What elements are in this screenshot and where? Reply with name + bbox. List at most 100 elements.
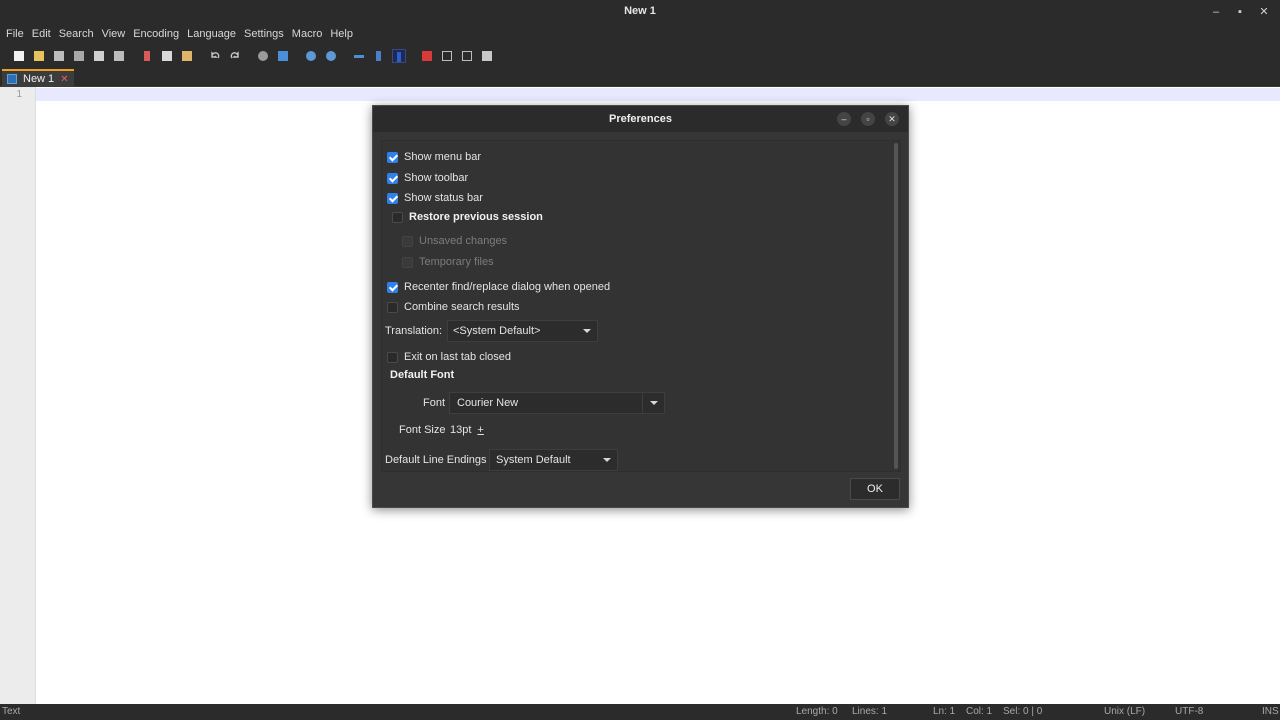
- open-file-icon[interactable]: [32, 49, 46, 63]
- toolbar: [0, 45, 1280, 67]
- exit-last-tab-option[interactable]: Exit on last tab closed: [387, 349, 511, 365]
- status-eol: Unix (LF): [1104, 706, 1146, 717]
- run-macro-multiple-icon[interactable]: [480, 49, 494, 63]
- show-status-bar-checkbox[interactable]: [387, 192, 398, 204]
- window-title: New 1: [624, 5, 656, 17]
- chevron-down-icon: [583, 329, 591, 333]
- show-toolbar-checkbox[interactable]: [387, 172, 398, 184]
- zoom-in-icon[interactable]: [304, 49, 318, 63]
- tab-bar: New 1 ✕: [0, 67, 1280, 87]
- scrollbar[interactable]: [894, 143, 898, 469]
- close-window-button[interactable]: ✕: [1256, 4, 1272, 20]
- show-toolbar-label: Show toolbar: [404, 172, 469, 184]
- combine-search-label: Combine search results: [404, 301, 520, 313]
- menu-edit[interactable]: Edit: [28, 24, 55, 45]
- font-size-increment-icon[interactable]: +: [477, 424, 483, 436]
- line-endings-select[interactable]: System Default: [489, 449, 618, 471]
- unsaved-changes-checkbox: [402, 235, 413, 247]
- font-value: Courier New: [457, 397, 519, 409]
- undo-icon[interactable]: [208, 49, 222, 63]
- replace-icon[interactable]: [276, 49, 290, 63]
- restore-session-label: Restore previous session: [409, 211, 543, 223]
- status-line: Ln: 1: [933, 706, 956, 717]
- default-font-heading: Default Font: [390, 367, 454, 383]
- show-menu-bar-checkbox[interactable]: [387, 151, 398, 163]
- maximize-button[interactable]: ▪: [1232, 4, 1248, 20]
- font-size-value[interactable]: 13pt: [450, 424, 471, 436]
- zoom-out-icon[interactable]: [324, 49, 338, 63]
- stop-macro-icon[interactable]: [440, 49, 454, 63]
- menu-search[interactable]: Search: [55, 24, 98, 45]
- temporary-files-option: Temporary files: [402, 254, 494, 270]
- menu-file[interactable]: File: [2, 24, 28, 45]
- temporary-files-checkbox: [402, 256, 413, 268]
- unsaved-changes-label: Unsaved changes: [419, 235, 508, 247]
- close-all-icon[interactable]: [112, 49, 126, 63]
- line-endings-label: Default Line Endings: [385, 454, 487, 466]
- cut-icon[interactable]: [140, 49, 154, 63]
- show-toolbar-option[interactable]: Show toolbar: [387, 170, 468, 186]
- close-icon[interactable]: [92, 49, 106, 63]
- new-file-icon[interactable]: [12, 49, 26, 63]
- minimize-button[interactable]: –: [1208, 4, 1224, 20]
- restore-session-option[interactable]: Restore previous session: [392, 209, 543, 225]
- save-icon[interactable]: [52, 49, 66, 63]
- dialog-maximize-button[interactable]: ▫: [861, 112, 875, 126]
- menu-view[interactable]: View: [98, 24, 130, 45]
- indent-guide-icon[interactable]: [392, 49, 406, 63]
- show-menu-bar-option[interactable]: Show menu bar: [387, 149, 481, 165]
- record-macro-icon[interactable]: [420, 49, 434, 63]
- line-endings-row: Default Line Endings: [385, 452, 487, 468]
- restore-session-checkbox[interactable]: [392, 211, 403, 223]
- close-tab-icon[interactable]: ✕: [60, 74, 68, 85]
- show-menu-bar-label: Show menu bar: [404, 151, 482, 163]
- tab-label: New 1: [23, 73, 55, 85]
- font-size-stepper[interactable]: 13pt +: [450, 422, 484, 438]
- dialog-close-button[interactable]: ✕: [885, 112, 899, 126]
- recenter-find-checkbox[interactable]: [387, 281, 398, 293]
- line-endings-value: System Default: [496, 454, 571, 466]
- menu-macro[interactable]: Macro: [288, 24, 327, 45]
- combine-search-option[interactable]: Combine search results: [387, 299, 520, 315]
- status-length: Length: 0: [796, 706, 838, 717]
- line-number-gutter: 1: [0, 87, 36, 704]
- chevron-down-icon: [603, 458, 611, 462]
- combine-search-checkbox[interactable]: [387, 301, 398, 313]
- status-encoding: UTF-8: [1175, 706, 1204, 717]
- menu-settings[interactable]: Settings: [240, 24, 288, 45]
- show-all-chars-icon[interactable]: [372, 49, 386, 63]
- preferences-panel: Show menu bar Show toolbar Show status b…: [381, 140, 901, 472]
- default-font-heading-label: Default Font: [390, 369, 455, 381]
- menu-encoding[interactable]: Encoding: [129, 24, 183, 45]
- wrap-icon[interactable]: [352, 49, 366, 63]
- status-bar: Text Length: 0 Lines: 1 Ln: 1 Col: 1 Sel…: [0, 704, 1280, 720]
- font-select[interactable]: Courier New: [449, 392, 665, 414]
- paste-icon[interactable]: [180, 49, 194, 63]
- preferences-dialog: Preferences – ▫ ✕ Show menu bar Show too…: [372, 105, 909, 508]
- play-macro-icon[interactable]: [460, 49, 474, 63]
- show-status-bar-option[interactable]: Show status bar: [387, 190, 483, 206]
- redo-icon[interactable]: [228, 49, 242, 63]
- exit-last-tab-checkbox[interactable]: [387, 351, 398, 363]
- font-label: Font: [423, 397, 446, 409]
- font-size-row: Font Size: [399, 422, 445, 438]
- dialog-title: Preferences: [373, 106, 908, 132]
- font-row: Font: [423, 395, 445, 411]
- exit-last-tab-label: Exit on last tab closed: [404, 351, 512, 363]
- recenter-find-label: Recenter find/replace dialog when opened: [404, 281, 611, 293]
- recenter-find-option[interactable]: Recenter find/replace dialog when opened: [387, 279, 610, 295]
- unsaved-changes-option: Unsaved changes: [402, 233, 507, 249]
- status-insert-mode: INS: [1262, 706, 1279, 717]
- save-all-icon[interactable]: [72, 49, 86, 63]
- ok-button[interactable]: OK: [850, 478, 900, 500]
- menu-help[interactable]: Help: [326, 24, 357, 45]
- current-line-highlight: [36, 88, 1280, 101]
- translation-select[interactable]: <System Default>: [447, 320, 598, 342]
- copy-icon[interactable]: [160, 49, 174, 63]
- status-lines: Lines: 1: [852, 706, 888, 717]
- dialog-minimize-button[interactable]: –: [837, 112, 851, 126]
- translation-label: Translation:: [385, 325, 443, 337]
- tab-new-1[interactable]: New 1 ✕: [2, 69, 74, 87]
- menu-language[interactable]: Language: [183, 24, 240, 45]
- find-icon[interactable]: [256, 49, 270, 63]
